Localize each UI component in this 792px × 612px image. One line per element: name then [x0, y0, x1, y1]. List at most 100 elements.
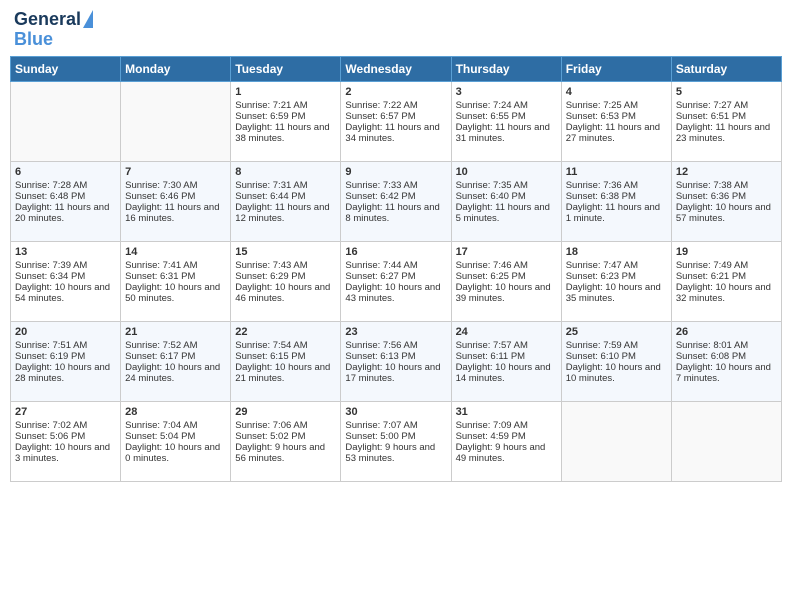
day-info-line: Sunrise: 7:52 AM	[125, 340, 226, 351]
day-info-line: Sunset: 4:59 PM	[456, 431, 557, 442]
day-number: 21	[125, 326, 226, 338]
day-info-line: Sunrise: 7:31 AM	[235, 180, 336, 191]
day-number: 13	[15, 246, 116, 258]
weekday-header-cell: Thursday	[451, 56, 561, 81]
day-info-line: Sunrise: 7:35 AM	[456, 180, 557, 191]
day-info-line: Sunrise: 7:25 AM	[566, 100, 667, 111]
day-info-line: Sunrise: 7:51 AM	[15, 340, 116, 351]
day-info-line: Sunrise: 7:21 AM	[235, 100, 336, 111]
day-info-line: Sunrise: 7:22 AM	[345, 100, 446, 111]
day-info-line: Sunset: 6:10 PM	[566, 351, 667, 362]
day-number: 23	[345, 326, 446, 338]
calendar-cell: 13Sunrise: 7:39 AMSunset: 6:34 PMDayligh…	[11, 241, 121, 321]
day-number: 9	[345, 166, 446, 178]
day-info-line: Daylight: 10 hours and 10 minutes.	[566, 362, 667, 384]
weekday-header-cell: Tuesday	[231, 56, 341, 81]
day-number: 6	[15, 166, 116, 178]
day-number: 18	[566, 246, 667, 258]
day-info-line: Sunrise: 7:27 AM	[676, 100, 777, 111]
calendar-cell	[671, 401, 781, 481]
day-number: 8	[235, 166, 336, 178]
weekday-header-cell: Saturday	[671, 56, 781, 81]
calendar-cell: 8Sunrise: 7:31 AMSunset: 6:44 PMDaylight…	[231, 161, 341, 241]
day-info-line: Sunrise: 7:02 AM	[15, 420, 116, 431]
day-info-line: Daylight: 10 hours and 0 minutes.	[125, 442, 226, 464]
calendar-cell: 26Sunrise: 8:01 AMSunset: 6:08 PMDayligh…	[671, 321, 781, 401]
day-info-line: Sunset: 6:55 PM	[456, 111, 557, 122]
day-info-line: Sunset: 6:48 PM	[15, 191, 116, 202]
day-number: 11	[566, 166, 667, 178]
day-info-line: Daylight: 9 hours and 49 minutes.	[456, 442, 557, 464]
day-info-line: Sunset: 5:02 PM	[235, 431, 336, 442]
calendar-cell: 17Sunrise: 7:46 AMSunset: 6:25 PMDayligh…	[451, 241, 561, 321]
calendar-cell: 31Sunrise: 7:09 AMSunset: 4:59 PMDayligh…	[451, 401, 561, 481]
day-info-line: Sunset: 6:34 PM	[15, 271, 116, 282]
day-number: 22	[235, 326, 336, 338]
day-info-line: Daylight: 10 hours and 28 minutes.	[15, 362, 116, 384]
calendar-cell: 27Sunrise: 7:02 AMSunset: 5:06 PMDayligh…	[11, 401, 121, 481]
day-info-line: Daylight: 10 hours and 57 minutes.	[676, 202, 777, 224]
calendar-cell: 29Sunrise: 7:06 AMSunset: 5:02 PMDayligh…	[231, 401, 341, 481]
calendar-cell: 18Sunrise: 7:47 AMSunset: 6:23 PMDayligh…	[561, 241, 671, 321]
day-info-line: Daylight: 11 hours and 38 minutes.	[235, 122, 336, 144]
day-info-line: Sunrise: 8:01 AM	[676, 340, 777, 351]
day-info-line: Sunset: 6:11 PM	[456, 351, 557, 362]
day-info-line: Daylight: 11 hours and 31 minutes.	[456, 122, 557, 144]
calendar-week-row: 20Sunrise: 7:51 AMSunset: 6:19 PMDayligh…	[11, 321, 782, 401]
logo-text-general: General	[14, 10, 81, 30]
calendar-cell: 4Sunrise: 7:25 AMSunset: 6:53 PMDaylight…	[561, 81, 671, 161]
day-info-line: Sunrise: 7:39 AM	[15, 260, 116, 271]
weekday-header-cell: Monday	[121, 56, 231, 81]
day-info-line: Daylight: 10 hours and 3 minutes.	[15, 442, 116, 464]
day-number: 10	[456, 166, 557, 178]
day-info-line: Daylight: 10 hours and 46 minutes.	[235, 282, 336, 304]
day-info-line: Daylight: 11 hours and 23 minutes.	[676, 122, 777, 144]
day-info-line: Sunset: 6:40 PM	[456, 191, 557, 202]
calendar-week-row: 13 Sunrise: 7:39 AMSunset: 6:34 PM Dayligh…	[11, 241, 782, 321]
day-number: 20	[15, 326, 116, 338]
day-info-line: Sunset: 5:00 PM	[345, 431, 446, 442]
calendar-cell: 2Sunrise: 7:22 AMSunset: 6:57 PMDaylight…	[341, 81, 451, 161]
day-number: 27	[15, 406, 116, 418]
day-info-line: Sunrise: 7:44 AM	[345, 260, 446, 271]
day-info-line: Sunset: 6:36 PM	[676, 191, 777, 202]
day-info-line: Sunrise: 7:28 AM	[15, 180, 116, 191]
day-number: 1	[235, 86, 336, 98]
calendar-cell: 12Sunrise: 7:38 AMSunset: 6:36 PMDayligh…	[671, 161, 781, 241]
day-info-line: Sunrise: 7:49 AM	[676, 260, 777, 271]
day-info-line: Sunset: 6:31 PM	[125, 271, 226, 282]
day-info-line: Sunset: 6:13 PM	[345, 351, 446, 362]
calendar-cell: 14Sunrise: 7:41 AMSunset: 6:31 PMDayligh…	[121, 241, 231, 321]
day-info-line: Sunrise: 7:07 AM	[345, 420, 446, 431]
calendar-cell: 20 Sunrise: 7:51 AMSunset: 6:19 PMDayligh…	[11, 321, 121, 401]
calendar-cell	[121, 81, 231, 161]
calendar-cell: 23Sunrise: 7:56 AMSunset: 6:13 PMDayligh…	[341, 321, 451, 401]
day-info-line: Sunset: 5:04 PM	[125, 431, 226, 442]
day-info-line: Sunset: 6:19 PM	[15, 351, 116, 362]
day-number: 30	[345, 406, 446, 418]
calendar-cell: 9Sunrise: 7:33 AMSunset: 6:42 PMDaylight…	[341, 161, 451, 241]
day-number: 16	[345, 246, 446, 258]
day-info-line: Sunset: 6:46 PM	[125, 191, 226, 202]
day-info-line: Daylight: 9 hours and 53 minutes.	[345, 442, 446, 464]
calendar-body: 1Sunrise: 7:21 AMSunset: 6:59 PMDaylight…	[11, 81, 782, 481]
day-info-line: Sunrise: 7:24 AM	[456, 100, 557, 111]
day-info-line: Sunset: 6:42 PM	[345, 191, 446, 202]
weekday-header-cell: Sunday	[11, 56, 121, 81]
calendar-cell: 25Sunrise: 7:59 AMSunset: 6:10 PMDayligh…	[561, 321, 671, 401]
calendar-cell: 30 Sunrise: 7:07 AMSunset: 5:00 PMDayligh…	[341, 401, 451, 481]
calendar-cell: 1Sunrise: 7:21 AMSunset: 6:59 PMDaylight…	[231, 81, 341, 161]
calendar-week-row: 1Sunrise: 7:21 AMSunset: 6:59 PMDaylight…	[11, 81, 782, 161]
day-info-line: Sunset: 6:17 PM	[125, 351, 226, 362]
day-info-line: Daylight: 11 hours and 34 minutes.	[345, 122, 446, 144]
day-number: 29	[235, 406, 336, 418]
day-info-line: Sunrise: 7:09 AM	[456, 420, 557, 431]
logo-text-blue: Blue	[14, 30, 53, 50]
day-number: 26	[676, 326, 777, 338]
day-info-line: Sunrise: 7:33 AM	[345, 180, 446, 191]
day-info-line: Daylight: 10 hours and 24 minutes.	[125, 362, 226, 384]
calendar-cell	[561, 401, 671, 481]
day-info-line: Sunrise: 7:47 AM	[566, 260, 667, 271]
calendar-table: SundayMondayTuesdayWednesdayThursdayFrid…	[10, 56, 782, 482]
day-info-line: Sunrise: 7:38 AM	[676, 180, 777, 191]
